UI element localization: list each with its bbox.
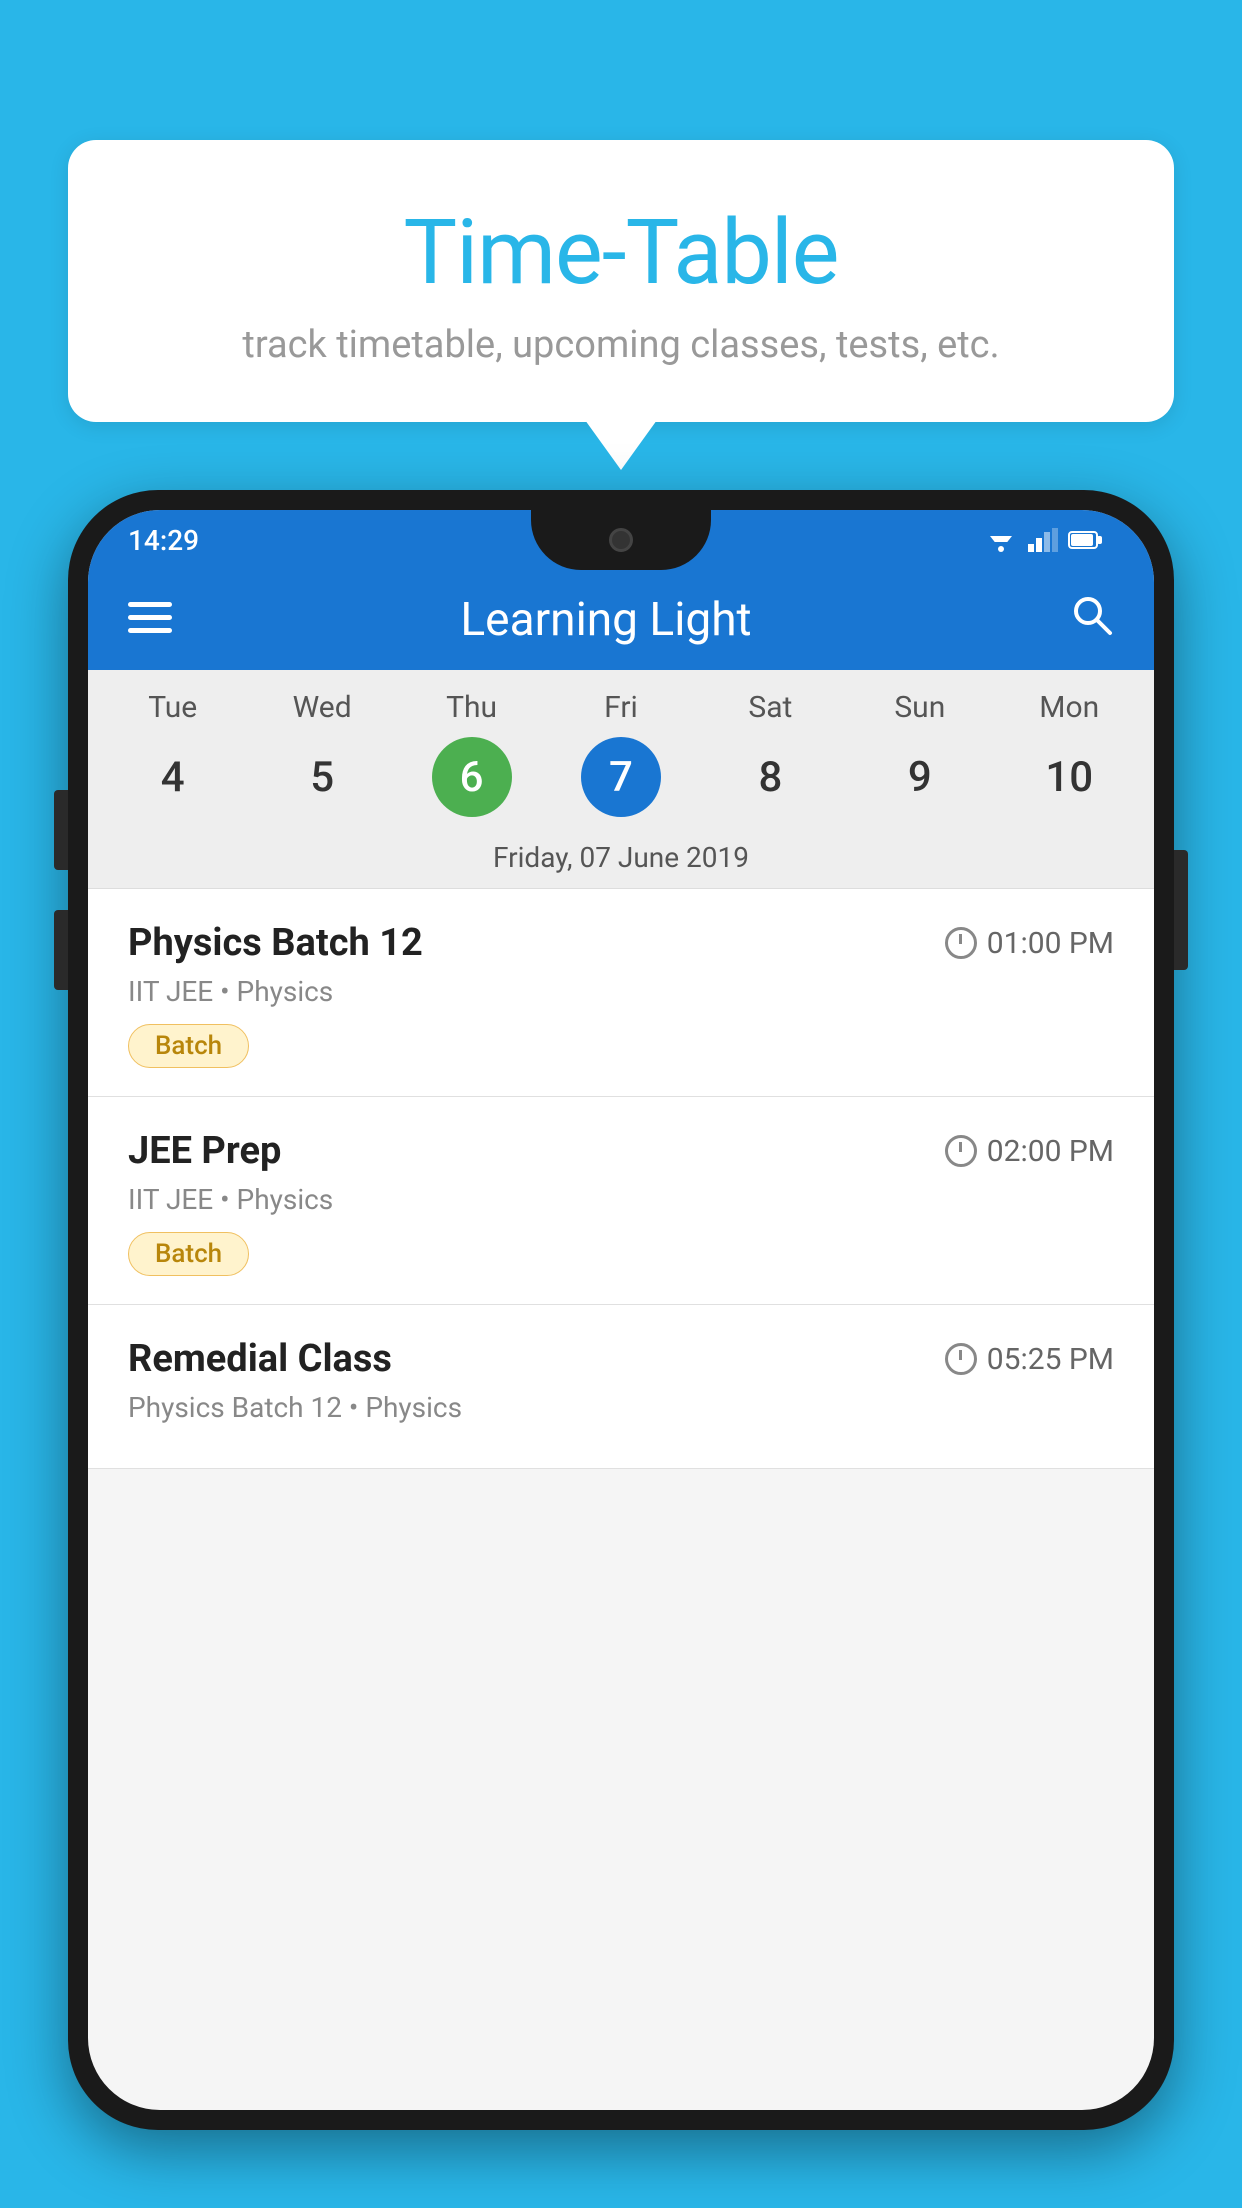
phone-wrapper: 14:29 xyxy=(68,490,1174,2208)
phone-outer: 14:29 xyxy=(68,490,1174,2130)
status-icons xyxy=(984,528,1104,552)
clock-icon xyxy=(945,927,977,959)
notch xyxy=(531,510,711,570)
schedule-item-title: Remedial Class xyxy=(128,1337,392,1381)
schedule-item-subtitle: Physics Batch 12 • Physics xyxy=(128,1391,1114,1424)
day-number[interactable]: 10 xyxy=(1029,737,1109,817)
schedule-item-header: Remedial Class 05:25 PM xyxy=(128,1337,1114,1381)
days-row: Tue 4 Wed 5 Thu 6 Fri 7 Sat 8 Sun 9 Mon 10 xyxy=(88,690,1154,817)
batch-badge: Batch xyxy=(128,1024,249,1068)
schedule-list: Physics Batch 12 01:00 PM IIT JEE • Physic… xyxy=(88,889,1154,1469)
wifi-icon xyxy=(984,528,1018,552)
volume-up-button xyxy=(54,790,68,870)
app-bar: Learning Light xyxy=(88,570,1154,670)
schedule-item-header: JEE Prep 02:00 PM xyxy=(128,1129,1114,1173)
calendar-day[interactable]: Tue 4 xyxy=(108,690,238,817)
day-name: Wed xyxy=(293,690,352,725)
speech-bubble: Time-Table track timetable, upcoming cla… xyxy=(68,140,1174,422)
schedule-item[interactable]: Remedial Class 05:25 PM Physics Batch 12 •… xyxy=(88,1305,1154,1469)
volume-down-button xyxy=(54,910,68,990)
battery-icon xyxy=(1068,529,1104,551)
schedule-item-subtitle: IIT JEE • Physics xyxy=(128,975,1114,1008)
camera xyxy=(609,528,633,552)
selected-date-label: Friday, 07 June 2019 xyxy=(88,827,1154,889)
calendar-strip: Tue 4 Wed 5 Thu 6 Fri 7 Sat 8 Sun 9 Mon 10 Friday, 07… xyxy=(88,670,1154,889)
schedule-item[interactable]: JEE Prep 02:00 PM IIT JEE • Physics Batch xyxy=(88,1097,1154,1305)
bubble-title: Time-Table xyxy=(118,200,1124,305)
day-number[interactable]: 8 xyxy=(730,737,810,817)
schedule-item-title: JEE Prep xyxy=(128,1129,281,1173)
clock-icon xyxy=(945,1343,977,1375)
day-name: Fri xyxy=(604,690,638,725)
signal-icon xyxy=(1028,528,1058,552)
calendar-day[interactable]: Sat 8 xyxy=(705,690,835,817)
calendar-day[interactable]: Thu 6 xyxy=(407,690,537,817)
time-text: 05:25 PM xyxy=(987,1342,1114,1377)
schedule-item-header: Physics Batch 12 01:00 PM xyxy=(128,921,1114,965)
search-button[interactable] xyxy=(1070,593,1114,647)
day-number[interactable]: 5 xyxy=(282,737,362,817)
schedule-item-subtitle: IIT JEE • Physics xyxy=(128,1183,1114,1216)
schedule-item-title: Physics Batch 12 xyxy=(128,921,423,965)
speech-bubble-container: Time-Table track timetable, upcoming cla… xyxy=(68,140,1174,422)
calendar-day[interactable]: Mon 10 xyxy=(1004,690,1134,817)
schedule-item-time: 02:00 PM xyxy=(945,1134,1114,1169)
day-number[interactable]: 9 xyxy=(880,737,960,817)
calendar-day[interactable]: Wed 5 xyxy=(257,690,387,817)
clock-icon xyxy=(945,1135,977,1167)
status-time: 14:29 xyxy=(128,524,199,557)
batch-badge: Batch xyxy=(128,1232,249,1276)
day-number[interactable]: 4 xyxy=(133,737,213,817)
day-name: Tue xyxy=(148,690,197,725)
day-name: Thu xyxy=(446,690,497,725)
bubble-subtitle: track timetable, upcoming classes, tests… xyxy=(118,323,1124,367)
calendar-day[interactable]: Fri 7 xyxy=(556,690,686,817)
schedule-item[interactable]: Physics Batch 12 01:00 PM IIT JEE • Physic… xyxy=(88,889,1154,1097)
time-text: 02:00 PM xyxy=(987,1134,1114,1169)
calendar-day[interactable]: Sun 9 xyxy=(855,690,985,817)
power-button xyxy=(1174,850,1188,970)
schedule-item-time: 01:00 PM xyxy=(945,926,1114,961)
day-number[interactable]: 6 xyxy=(432,737,512,817)
app-bar-title: Learning Light xyxy=(202,593,1010,647)
day-name: Mon xyxy=(1039,690,1099,725)
day-number[interactable]: 7 xyxy=(581,737,661,817)
day-name: Sun xyxy=(894,690,945,725)
phone-screen: 14:29 xyxy=(88,510,1154,2110)
day-name: Sat xyxy=(748,690,792,725)
schedule-item-time: 05:25 PM xyxy=(945,1342,1114,1377)
time-text: 01:00 PM xyxy=(987,926,1114,961)
hamburger-menu-icon[interactable] xyxy=(128,597,172,644)
